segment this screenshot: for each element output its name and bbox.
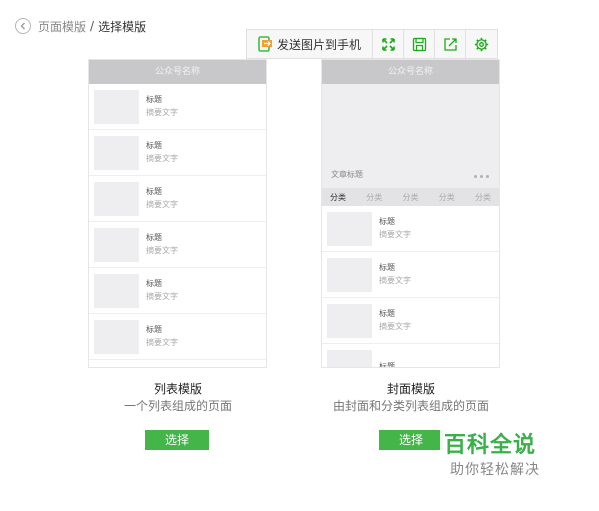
breadcrumb-separator: / — [90, 19, 95, 33]
select-list-template-button[interactable]: 选择 — [145, 430, 209, 450]
account-name-header: 公众号名称 — [322, 60, 499, 84]
item-title: 标题 — [379, 361, 395, 368]
list-item: 标题 摘要文字 — [89, 222, 266, 268]
thumbnail-placeholder — [94, 273, 139, 308]
list-item: 标题 摘要文字 — [89, 84, 266, 130]
category-bar: 分类 分类 分类 分类 分类 — [322, 188, 499, 206]
breadcrumb-current: 选择模版 — [98, 19, 147, 34]
list-item: 标题 — [322, 344, 499, 368]
category-tab: 分类 — [475, 192, 491, 202]
fullscreen-button[interactable] — [373, 30, 404, 58]
send-to-phone-icon — [258, 36, 272, 52]
item-summary: 摘要文字 — [379, 321, 411, 331]
list-item: 标题 摘要文字 — [89, 130, 266, 176]
watermark-subtitle: 助你轻松解决 — [450, 462, 540, 478]
item-summary: 摘要文字 — [379, 229, 411, 239]
list-template-caption: 列表模版 一个列表组成的页面 — [88, 381, 268, 415]
save-button[interactable] — [404, 30, 435, 58]
category-tab: 分类 — [402, 192, 419, 202]
cover-article-title: 文章标题 — [331, 170, 363, 179]
thumbnail-placeholder — [94, 319, 139, 354]
thumbnail-placeholder — [94, 89, 139, 124]
item-title: 标题 — [146, 94, 162, 104]
item-summary: 摘要文字 — [146, 245, 178, 255]
back-arrow-icon[interactable] — [15, 18, 31, 34]
more-dots-icon — [474, 175, 489, 178]
share-button[interactable] — [435, 30, 466, 58]
list-item: 标题 摘要文字 — [89, 314, 266, 360]
cover-template-preview[interactable]: 公众号名称 文章标题 分类 分类 分类 分类 分类 标题 摘要文字 标题 摘要文… — [321, 59, 500, 368]
item-title: 标题 — [146, 232, 162, 242]
list-item: 标题 摘要文字 — [322, 298, 499, 344]
item-title: 标题 — [146, 140, 162, 150]
list-item: 标题 摘要文字 — [89, 176, 266, 222]
thumbnail-placeholder — [327, 349, 372, 367]
thumbnail-placeholder — [94, 135, 139, 170]
template-name: 列表模版 — [153, 382, 202, 396]
list-template-preview[interactable]: 公众号名称 标题 摘要文字 标题 摘要文字 标题 摘要文字 标题 摘要文字 标题… — [88, 59, 267, 368]
breadcrumb-parent-link[interactable]: 页面模版 — [38, 18, 86, 35]
thumbnail-placeholder — [327, 211, 372, 246]
item-summary: 摘要文字 — [146, 291, 178, 301]
breadcrumb: 页面模版 / 选择模版 — [15, 16, 146, 36]
item-title: 标题 — [379, 216, 395, 226]
list-item: 标题 摘要文字 — [322, 206, 499, 252]
cover-template-caption: 封面模版 由封面和分类列表组成的页面 — [321, 381, 501, 415]
template-description: 一个列表组成的页面 — [123, 399, 232, 413]
settings-button[interactable] — [466, 30, 497, 58]
thumbnail-placeholder — [94, 227, 139, 262]
item-summary: 摘要文字 — [379, 275, 411, 285]
item-summary: 摘要文字 — [146, 337, 178, 347]
send-to-phone-label: 发送图片到手机 — [276, 37, 361, 52]
list-item: 标题 摘要文字 — [89, 268, 266, 314]
send-to-phone-button[interactable]: 发送图片到手机 — [247, 30, 373, 58]
preview-toolbar: 发送图片到手机 — [246, 29, 498, 59]
category-tab: 分类 — [330, 192, 346, 202]
item-summary: 摘要文字 — [146, 107, 178, 117]
list-item: 标题 摘要文字 — [322, 252, 499, 298]
account-name-header: 公众号名称 — [89, 60, 266, 84]
item-summary: 摘要文字 — [146, 199, 178, 209]
thumbnail-placeholder — [94, 181, 139, 216]
item-title: 标题 — [146, 278, 162, 288]
cover-image-placeholder: 文章标题 — [322, 84, 499, 188]
share-icon — [443, 37, 457, 51]
item-title: 标题 — [379, 308, 395, 318]
thumbnail-placeholder — [327, 257, 372, 292]
item-summary: 摘要文字 — [146, 153, 178, 163]
item-title: 标题 — [146, 186, 162, 196]
save-icon — [412, 37, 426, 51]
item-title: 标题 — [379, 262, 395, 272]
template-description: 由封面和分类列表组成的页面 — [332, 399, 489, 413]
watermark-title: 百科全说 — [444, 433, 537, 458]
watermark: 百科全说 助你轻松解决 — [440, 425, 578, 483]
template-name: 封面模版 — [386, 382, 435, 396]
thumbnail-placeholder — [327, 303, 372, 338]
fullscreen-icon — [381, 37, 395, 51]
category-tab: 分类 — [438, 192, 455, 202]
settings-icon — [474, 37, 489, 51]
category-tab: 分类 — [366, 192, 383, 202]
item-title: 标题 — [146, 324, 162, 334]
select-cover-template-button[interactable]: 选择 — [379, 430, 443, 450]
